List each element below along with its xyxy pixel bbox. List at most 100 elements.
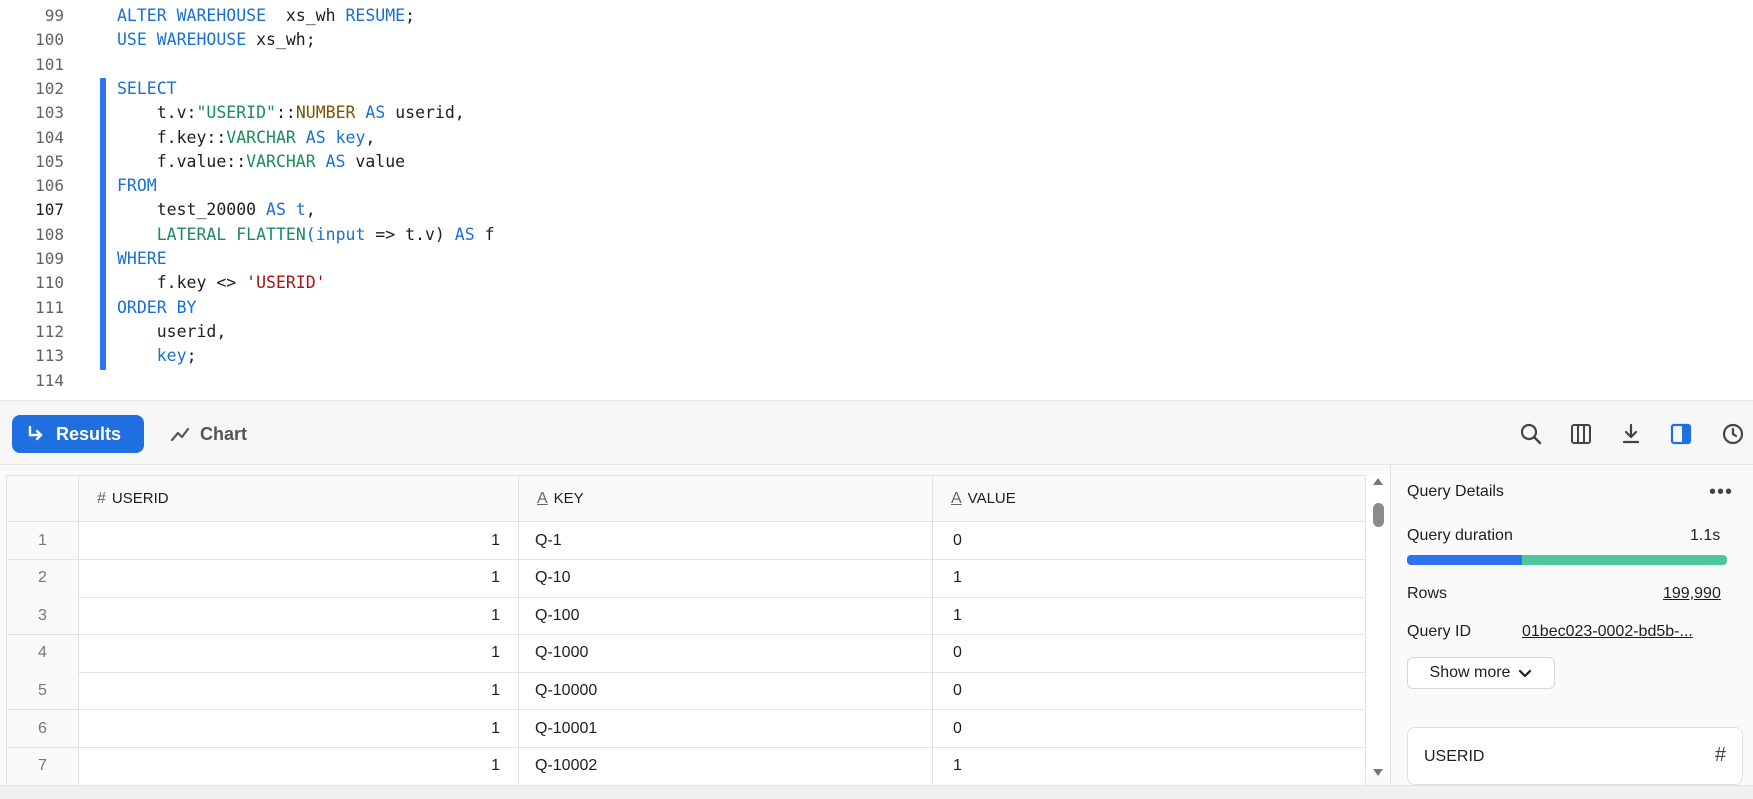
- sql-editor[interactable]: 99 ALTER WAREHOUSE xs_wh RESUME; 100 USE WA…: [0, 0, 1753, 400]
- table-cell[interactable]: 0: [933, 672, 1365, 709]
- code-token: RESUME: [345, 6, 406, 25]
- scroll-down-icon[interactable]: [1371, 765, 1385, 779]
- table-cell[interactable]: 1: [79, 747, 519, 785]
- code-line[interactable]: 106 FROM: [0, 174, 1753, 198]
- chart-tab[interactable]: Chart: [170, 415, 270, 453]
- table-row[interactable]: 3 1 Q-100 1: [7, 597, 1365, 636]
- text-type-icon: A: [537, 489, 548, 507]
- code-text: key;: [117, 344, 197, 368]
- table-cell[interactable]: 1: [79, 710, 519, 747]
- table-cell[interactable]: 0: [933, 635, 1365, 672]
- code-line[interactable]: 113 key;: [0, 344, 1753, 368]
- code-token: 'USERID': [246, 273, 326, 293]
- code-token: SELECT: [117, 78, 177, 98]
- code-line[interactable]: 104 f.key::VARCHAR AS key,: [0, 126, 1753, 150]
- line-number: 104: [35, 127, 64, 147]
- scrollbar-thumb[interactable]: [1373, 503, 1384, 527]
- history-icon[interactable]: [1720, 421, 1746, 447]
- code-token: USE WAREHOUSE: [117, 30, 247, 50]
- code-text: WHERE: [117, 247, 167, 271]
- code-token: AS: [454, 224, 475, 244]
- table-row[interactable]: 1 1 Q-1 0: [7, 522, 1365, 560]
- query-details-panel: Query Details ••• Query duration 1.1s Ro…: [1390, 465, 1753, 785]
- code-text: t.v:"USERID"::NUMBER AS userid,: [117, 101, 465, 125]
- download-icon[interactable]: [1618, 421, 1644, 447]
- code-token: ::: [275, 103, 296, 123]
- code-line[interactable]: 109 WHERE: [0, 247, 1753, 271]
- more-options-icon[interactable]: •••: [1709, 481, 1733, 504]
- row-number-header: [7, 476, 79, 521]
- column-header-userid[interactable]: # USERID: [79, 476, 519, 521]
- table-cell[interactable]: Q-10002: [519, 747, 933, 785]
- table-cell[interactable]: Q-10: [519, 559, 933, 597]
- table-cell[interactable]: Q-1000: [519, 634, 933, 672]
- code-line[interactable]: 101: [0, 53, 1753, 77]
- code-line[interactable]: 100 USE WAREHOUSE xs_wh;: [0, 28, 1753, 52]
- table-cell[interactable]: 1: [79, 672, 519, 710]
- code-line[interactable]: 105 f.value::VARCHAR AS value: [0, 150, 1753, 174]
- table-cell[interactable]: Q-1: [519, 522, 933, 559]
- split-panel-icon[interactable]: [1668, 421, 1694, 447]
- line-number: 114: [35, 370, 64, 390]
- table-cell[interactable]: 1: [79, 522, 519, 559]
- code-token: FROM: [117, 176, 157, 196]
- table-cell[interactable]: Q-100: [519, 597, 933, 635]
- line-number: 111: [35, 297, 64, 317]
- row-number: 7: [7, 747, 79, 785]
- code-text: test_20000 AS t,: [117, 198, 316, 222]
- code-line[interactable]: 108 LATERAL FLATTEN(input => t.v) AS f: [0, 223, 1753, 247]
- code-token: xs_wh: [266, 6, 346, 25]
- table-cell[interactable]: 0: [933, 710, 1365, 747]
- table-cell[interactable]: Q-10000: [519, 672, 933, 710]
- column-header-value[interactable]: A VALUE: [933, 476, 1365, 521]
- code-token: f: [474, 224, 495, 244]
- table-row[interactable]: 7 1 Q-10002 1: [7, 747, 1365, 785]
- code-line[interactable]: 111 ORDER BY: [0, 296, 1753, 320]
- table-row[interactable]: 5 1 Q-10000 0: [7, 672, 1365, 711]
- column-header-key[interactable]: A KEY: [519, 476, 933, 521]
- table-row[interactable]: 6 1 Q-10001 0: [7, 710, 1365, 748]
- code-line[interactable]: 99 ALTER WAREHOUSE xs_wh RESUME;: [0, 4, 1753, 28]
- column-stats-card[interactable]: USERID #: [1407, 727, 1743, 785]
- rows-label: Rows: [1407, 585, 1448, 602]
- line-number: 113: [35, 346, 64, 366]
- code-token: f.key::: [117, 127, 227, 147]
- code-token: ;: [186, 346, 197, 366]
- table-cell[interactable]: Q-10001: [519, 710, 933, 747]
- table-cell[interactable]: 1: [79, 597, 519, 635]
- code-line[interactable]: 102 SELECT: [0, 77, 1753, 101]
- code-line[interactable]: 107 test_20000 AS t,: [0, 198, 1753, 222]
- table-cell[interactable]: 1: [79, 559, 519, 597]
- code-line[interactable]: 114: [0, 369, 1753, 393]
- chevron-down-icon: [1519, 669, 1532, 678]
- code-line[interactable]: 110 f.key <> 'USERID': [0, 271, 1753, 295]
- query-id-link[interactable]: 01bec023-0002-bd5b-...: [1522, 623, 1693, 641]
- scroll-up-icon[interactable]: [1371, 475, 1385, 489]
- show-more-button[interactable]: Show more: [1407, 657, 1555, 689]
- table-row[interactable]: 4 1 Q-1000 0: [7, 634, 1365, 673]
- table-cell[interactable]: 1: [79, 634, 519, 672]
- table-cell[interactable]: 0: [933, 522, 1365, 559]
- table-row[interactable]: 2 1 Q-10 1: [7, 559, 1365, 598]
- code-line[interactable]: 112 userid,: [0, 320, 1753, 344]
- show-more-label: Show more: [1429, 664, 1511, 681]
- table-cell[interactable]: 1: [933, 560, 1365, 597]
- columns-icon[interactable]: [1568, 421, 1594, 447]
- table-cell[interactable]: 1: [933, 597, 1365, 634]
- results-grid[interactable]: # USERID A KEY A VALUE 1 1 Q-1 0 2 1 Q-10 1 3 1 Q-…: [6, 475, 1366, 785]
- code-text: ALTER WAREHOUSE xs_wh RESUME;: [117, 4, 415, 28]
- vertical-scrollbar[interactable]: [1366, 475, 1390, 776]
- search-icon[interactable]: [1518, 421, 1544, 447]
- results-tab[interactable]: Results: [12, 415, 144, 453]
- code-token: ,: [305, 200, 316, 220]
- code-line[interactable]: 103 t.v:"USERID"::NUMBER AS userid,: [0, 101, 1753, 125]
- rows-value[interactable]: 199,990: [1663, 585, 1721, 603]
- code-token: NUMBER: [295, 103, 356, 123]
- table-cell[interactable]: 1: [933, 748, 1365, 785]
- query-details-title: Query Details: [1407, 483, 1504, 500]
